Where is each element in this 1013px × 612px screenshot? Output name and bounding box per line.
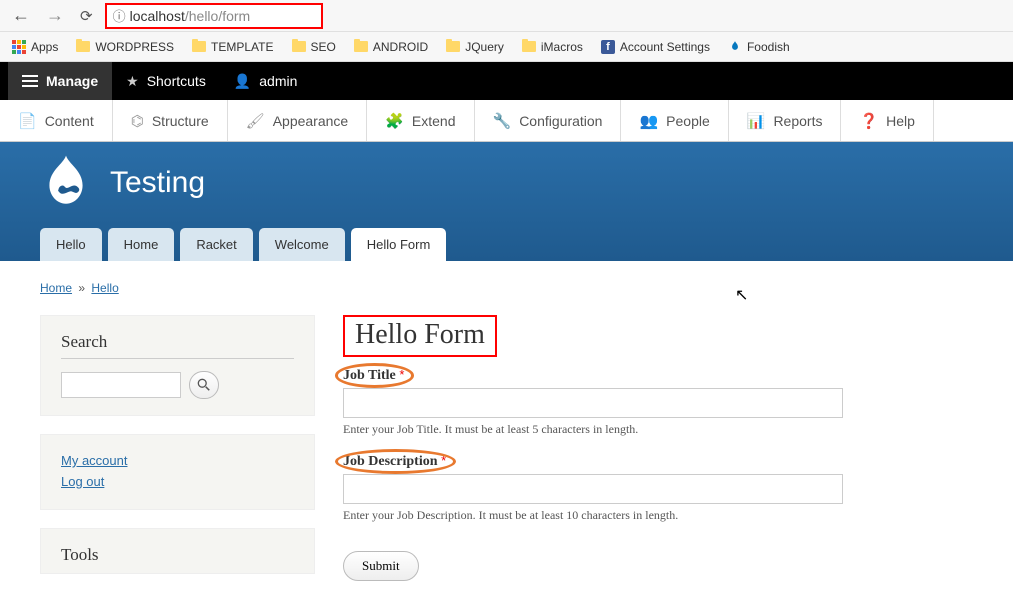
folder-icon <box>292 41 306 52</box>
search-block-title: Search <box>61 332 294 359</box>
page-title-highlight: Hello Form <box>343 315 497 357</box>
form-item-job-title: Job Title * Enter your Job Title. It mus… <box>343 367 973 437</box>
search-button[interactable] <box>189 371 219 399</box>
search-block: Search <box>40 315 315 416</box>
folder-icon <box>192 41 206 52</box>
content-wrap: Home » Hello Search My account Log out <box>0 261 1013 612</box>
bookmark-template[interactable]: TEMPLATE <box>192 40 273 54</box>
url-text: localhost/hello/form <box>130 8 251 24</box>
wrench-icon: 🔧 <box>493 112 512 130</box>
breadcrumb-home[interactable]: Home <box>40 281 72 295</box>
required-marker: * <box>399 367 404 382</box>
apps-button[interactable]: Apps <box>12 40 58 54</box>
brush-icon: 🖌 <box>246 112 265 130</box>
tab-hello-form[interactable]: Hello Form <box>351 228 447 261</box>
manage-toggle[interactable]: Manage <box>8 62 112 100</box>
admin-toolbar: Manage ★ Shortcuts 👤 admin <box>0 62 1013 100</box>
admin-menu-content[interactable]: 📄Content <box>0 100 113 141</box>
page-title: Hello Form <box>355 319 485 351</box>
breadcrumb: Home » Hello <box>40 281 973 295</box>
tab-hello[interactable]: Hello <box>40 228 102 261</box>
shortcuts-label: Shortcuts <box>147 73 206 89</box>
job-description-desc: Enter your Job Description. It must be a… <box>343 508 973 523</box>
person-icon: 👤 <box>234 73 251 90</box>
people-icon: 👥 <box>639 112 658 130</box>
tools-block-title: Tools <box>61 545 294 565</box>
job-description-input[interactable] <box>343 474 843 504</box>
apps-icon <box>12 40 26 54</box>
url-path: /hello/form <box>185 8 250 24</box>
branding: Testing <box>40 154 973 228</box>
url-host: localhost <box>130 8 185 24</box>
forward-arrow-icon: → <box>42 5 68 26</box>
admin-menu: 📄Content ⌬Structure 🖌Appearance 🧩Extend … <box>0 100 1013 142</box>
job-title-desc: Enter your Job Title. It must be at leas… <box>343 422 973 437</box>
my-account-link[interactable]: My account <box>61 451 294 472</box>
back-arrow-icon[interactable]: ← <box>8 5 34 26</box>
user-block: My account Log out <box>40 434 315 510</box>
apps-label: Apps <box>31 40 58 54</box>
browser-nav-bar: ← → ⟳ ⓘ localhost/hello/form <box>0 0 1013 32</box>
bookmark-android[interactable]: ANDROID <box>354 40 428 54</box>
bookmark-foodish[interactable]: Foodish <box>728 40 790 54</box>
folder-icon <box>522 41 536 52</box>
required-marker: * <box>441 453 446 468</box>
admin-menu-extend[interactable]: 🧩Extend <box>367 100 474 141</box>
file-icon: 📄 <box>18 112 37 130</box>
log-out-link[interactable]: Log out <box>61 472 294 493</box>
drupal-logo-icon[interactable] <box>40 154 92 212</box>
bookmark-wordpress[interactable]: WORDPRESS <box>76 40 174 54</box>
admin-menu-reports[interactable]: 📊Reports <box>729 100 842 141</box>
bookmarks-bar: Apps WORDPRESS TEMPLATE SEO ANDROID JQue… <box>0 32 1013 62</box>
primary-tabs: Hello Home Racket Welcome Hello Form <box>40 228 973 261</box>
admin-label: admin <box>259 73 297 89</box>
site-header: Testing Hello Home Racket Welcome Hello … <box>0 142 1013 261</box>
breadcrumb-sep: » <box>75 281 88 295</box>
bookmark-jquery[interactable]: JQuery <box>446 40 504 54</box>
help-icon: ❓ <box>859 112 878 130</box>
breadcrumb-hello[interactable]: Hello <box>91 281 118 295</box>
reload-icon[interactable]: ⟳ <box>76 7 97 25</box>
bookmark-imacros[interactable]: iMacros <box>522 40 583 54</box>
job-description-label: Job Description <box>343 454 438 469</box>
bookmark-seo[interactable]: SEO <box>292 40 336 54</box>
star-icon: ★ <box>126 73 139 90</box>
manage-label: Manage <box>46 73 98 89</box>
folder-icon <box>446 41 460 52</box>
hamburger-icon <box>22 75 38 87</box>
folder-icon <box>354 41 368 52</box>
tools-block: Tools <box>40 528 315 574</box>
main-content: Hello Form Job Title * Enter your Job Ti… <box>343 315 973 592</box>
admin-menu-help[interactable]: ❓Help <box>841 100 933 141</box>
site-name[interactable]: Testing <box>110 166 205 200</box>
puzzle-icon: 🧩 <box>385 112 404 130</box>
search-input[interactable] <box>61 372 181 398</box>
bookmark-account-settings[interactable]: fAccount Settings <box>601 40 710 54</box>
drupal-icon <box>728 40 742 54</box>
structure-icon: ⌬ <box>131 112 144 130</box>
search-icon <box>197 378 211 392</box>
admin-menu-structure[interactable]: ⌬Structure <box>113 100 228 141</box>
job-title-input[interactable] <box>343 388 843 418</box>
job-title-label: Job Title <box>343 368 396 383</box>
tab-welcome[interactable]: Welcome <box>259 228 345 261</box>
folder-icon <box>76 41 90 52</box>
admin-menu-appearance[interactable]: 🖌Appearance <box>228 100 368 141</box>
tab-home[interactable]: Home <box>108 228 175 261</box>
shortcuts-link[interactable]: ★ Shortcuts <box>112 62 220 100</box>
tab-racket[interactable]: Racket <box>180 228 252 261</box>
facebook-icon: f <box>601 40 615 54</box>
submit-button[interactable]: Submit <box>343 551 419 581</box>
url-bar[interactable]: ⓘ localhost/hello/form <box>105 3 323 29</box>
info-icon: ⓘ <box>113 6 126 25</box>
admin-menu-people[interactable]: 👥People <box>621 100 728 141</box>
admin-user-link[interactable]: 👤 admin <box>220 62 312 100</box>
form-item-job-description: Job Description * Enter your Job Descrip… <box>343 453 973 523</box>
chart-icon: 📊 <box>747 112 766 130</box>
admin-menu-configuration[interactable]: 🔧Configuration <box>475 100 622 141</box>
sidebar: Search My account Log out Tools <box>40 315 315 592</box>
